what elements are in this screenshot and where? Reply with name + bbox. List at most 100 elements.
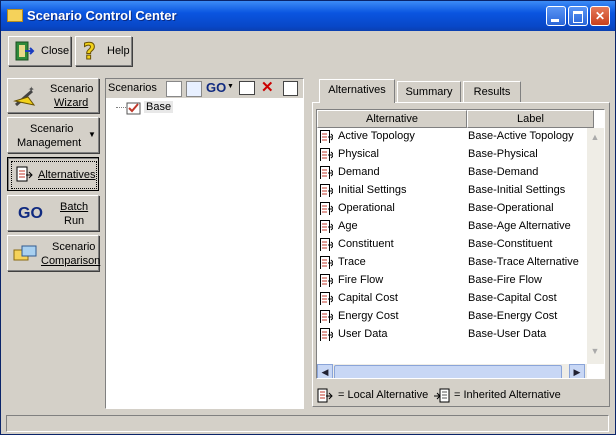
scenarios-tree-panel: Scenarios GO ▼ ✕ Base <box>105 78 304 409</box>
table-row[interactable]: Capital Cost Base-Capital Cost <box>317 290 587 308</box>
help-question-icon: ? <box>83 40 97 64</box>
scenario-wizard-button[interactable]: ✦ Scenario Wizard <box>7 78 99 113</box>
local-alternative-icon <box>320 256 333 269</box>
window-title: Scenario Control Center <box>27 8 177 23</box>
local-alternative-icon <box>320 184 333 197</box>
column-header-alternative[interactable]: Alternative <box>317 110 467 128</box>
wizard-label-line1: Scenario <box>50 83 94 95</box>
local-alternative-icon <box>317 388 333 403</box>
inherited-alternative-icon <box>434 388 450 403</box>
alternative-cell: Fire Flow <box>338 274 384 286</box>
alternative-cell: Energy Cost <box>338 310 399 322</box>
wizard-wand-icon: ✦ <box>13 85 36 107</box>
minimize-button[interactable] <box>546 6 566 26</box>
title-bar[interactable]: Scenario Control Center ✕ <box>1 1 615 31</box>
horizontal-scroll-thumb[interactable] <box>334 365 562 378</box>
dropdown-arrow-icon: ▼ <box>88 130 96 139</box>
horizontal-scrollbar[interactable]: ◀ ▶ <box>317 364 587 378</box>
tab-results[interactable]: Results <box>463 81 521 103</box>
status-bar <box>6 415 609 432</box>
make-current-icon[interactable] <box>239 81 255 95</box>
legend-local-label: = Local Alternative <box>338 389 429 401</box>
label-cell: Base-Initial Settings <box>468 184 566 196</box>
alternatives-grid: Alternative Label Active Topology Base-Ac… <box>316 109 605 379</box>
tree-item-label: Base <box>144 101 174 113</box>
local-alternative-icon <box>320 220 333 233</box>
alternative-cell: Operational <box>338 202 395 214</box>
scenario-control-center-window: Scenario Control Center ✕ Close ? Help ✦… <box>0 0 616 435</box>
go-icon: GO <box>18 205 43 222</box>
table-row[interactable]: Energy Cost Base-Energy Cost <box>317 308 587 326</box>
local-alternative-icon <box>320 130 333 143</box>
go-run-icon[interactable]: GO <box>206 80 226 95</box>
properties-icon[interactable] <box>186 81 202 97</box>
go-dropdown-arrow-icon[interactable]: ▼ <box>227 83 234 90</box>
comparison-label-line1: Scenario <box>52 241 96 253</box>
alternative-cell: Capital Cost <box>338 292 398 304</box>
label-cell: Base-Constituent <box>468 238 553 250</box>
alternative-cell: Demand <box>338 166 380 178</box>
local-alternative-icon <box>320 292 333 305</box>
scroll-down-icon[interactable]: ▼ <box>587 346 603 362</box>
tab-alternatives[interactable]: Alternatives <box>319 79 395 103</box>
alternatives-button-label: Alternatives <box>38 169 96 181</box>
local-alternative-icon <box>320 202 333 215</box>
alternative-cell: Active Topology <box>338 130 415 142</box>
exit-door-icon <box>15 41 35 61</box>
alternative-cell: User Data <box>338 328 388 340</box>
table-row[interactable]: Demand Base-Demand <box>317 164 587 182</box>
label-cell: Base-Capital Cost <box>468 292 557 304</box>
local-alternative-icon <box>320 166 333 179</box>
label-cell: Base-Trace Alternative <box>468 256 579 268</box>
table-row[interactable]: Operational Base-Operational <box>317 200 587 218</box>
local-alternative-icon <box>320 274 333 287</box>
scenarios-toolbar: Scenarios GO ▼ ✕ <box>106 79 303 98</box>
close-button[interactable]: Close <box>8 36 71 66</box>
help-button-label: Help <box>107 45 130 57</box>
table-row[interactable]: Trace Base-Trace Alternative <box>317 254 587 272</box>
scroll-up-icon[interactable]: ▲ <box>587 132 603 148</box>
table-row[interactable]: Active Topology Base-Active Topology <box>317 128 587 146</box>
alternative-cell: Physical <box>338 148 379 160</box>
scenario-comparison-button[interactable]: Scenario Comparison <box>7 235 100 271</box>
help-button[interactable]: ? Help <box>75 36 132 66</box>
table-row[interactable]: User Data Base-User Data <box>317 326 587 344</box>
table-row[interactable]: Initial Settings Base-Initial Settings <box>317 182 587 200</box>
tree-connector <box>116 107 126 108</box>
label-cell: Base-Age Alternative <box>468 220 571 232</box>
close-button-label: Close <box>41 45 70 57</box>
maximize-button[interactable] <box>568 6 588 26</box>
scenario-management-button[interactable]: Scenario Management ▼ <box>7 117 99 153</box>
label-cell: Base-Demand <box>468 166 539 178</box>
delete-icon[interactable]: ✕ <box>261 78 274 96</box>
local-alternative-icon <box>320 148 333 161</box>
legend-inherited-label: = Inherited Alternative <box>454 389 561 401</box>
tab-summary[interactable]: Summary <box>397 81 461 103</box>
vertical-scrollbar[interactable]: ▲ ▼ <box>587 128 604 364</box>
tree-item-base[interactable]: Base <box>116 101 184 115</box>
alternatives-button[interactable]: Alternatives <box>7 157 99 191</box>
find-icon[interactable] <box>283 81 298 96</box>
scroll-left-icon[interactable]: ◀ <box>317 364 333 378</box>
close-window-button[interactable]: ✕ <box>590 6 610 26</box>
alternative-cell: Trace <box>338 256 366 268</box>
table-row[interactable]: Age Base-Age Alternative <box>317 218 587 236</box>
scroll-right-icon[interactable]: ▶ <box>569 364 585 378</box>
wizard-label-line2: Wizard <box>54 97 89 109</box>
scenario-check-icon <box>126 102 141 115</box>
label-cell: Base-User Data <box>468 328 547 340</box>
column-header-label[interactable]: Label <box>467 110 594 128</box>
scenarios-label: Scenarios <box>108 82 157 94</box>
batch-run-button[interactable]: GO Batch Run <box>7 195 99 231</box>
new-scenario-icon[interactable] <box>166 81 182 97</box>
alternative-cell: Initial Settings <box>338 184 407 196</box>
label-cell: Base-Operational <box>468 202 554 214</box>
management-label-line1: Scenario <box>30 123 74 135</box>
management-label-line2: Management <box>17 137 82 149</box>
table-row[interactable]: Constituent Base-Constituent <box>317 236 587 254</box>
table-row[interactable]: Fire Flow Base-Fire Flow <box>317 272 587 290</box>
label-cell: Base-Active Topology <box>468 130 574 142</box>
maximize-icon <box>569 7 587 25</box>
table-row[interactable]: Physical Base-Physical <box>317 146 587 164</box>
label-cell: Base-Energy Cost <box>468 310 558 322</box>
